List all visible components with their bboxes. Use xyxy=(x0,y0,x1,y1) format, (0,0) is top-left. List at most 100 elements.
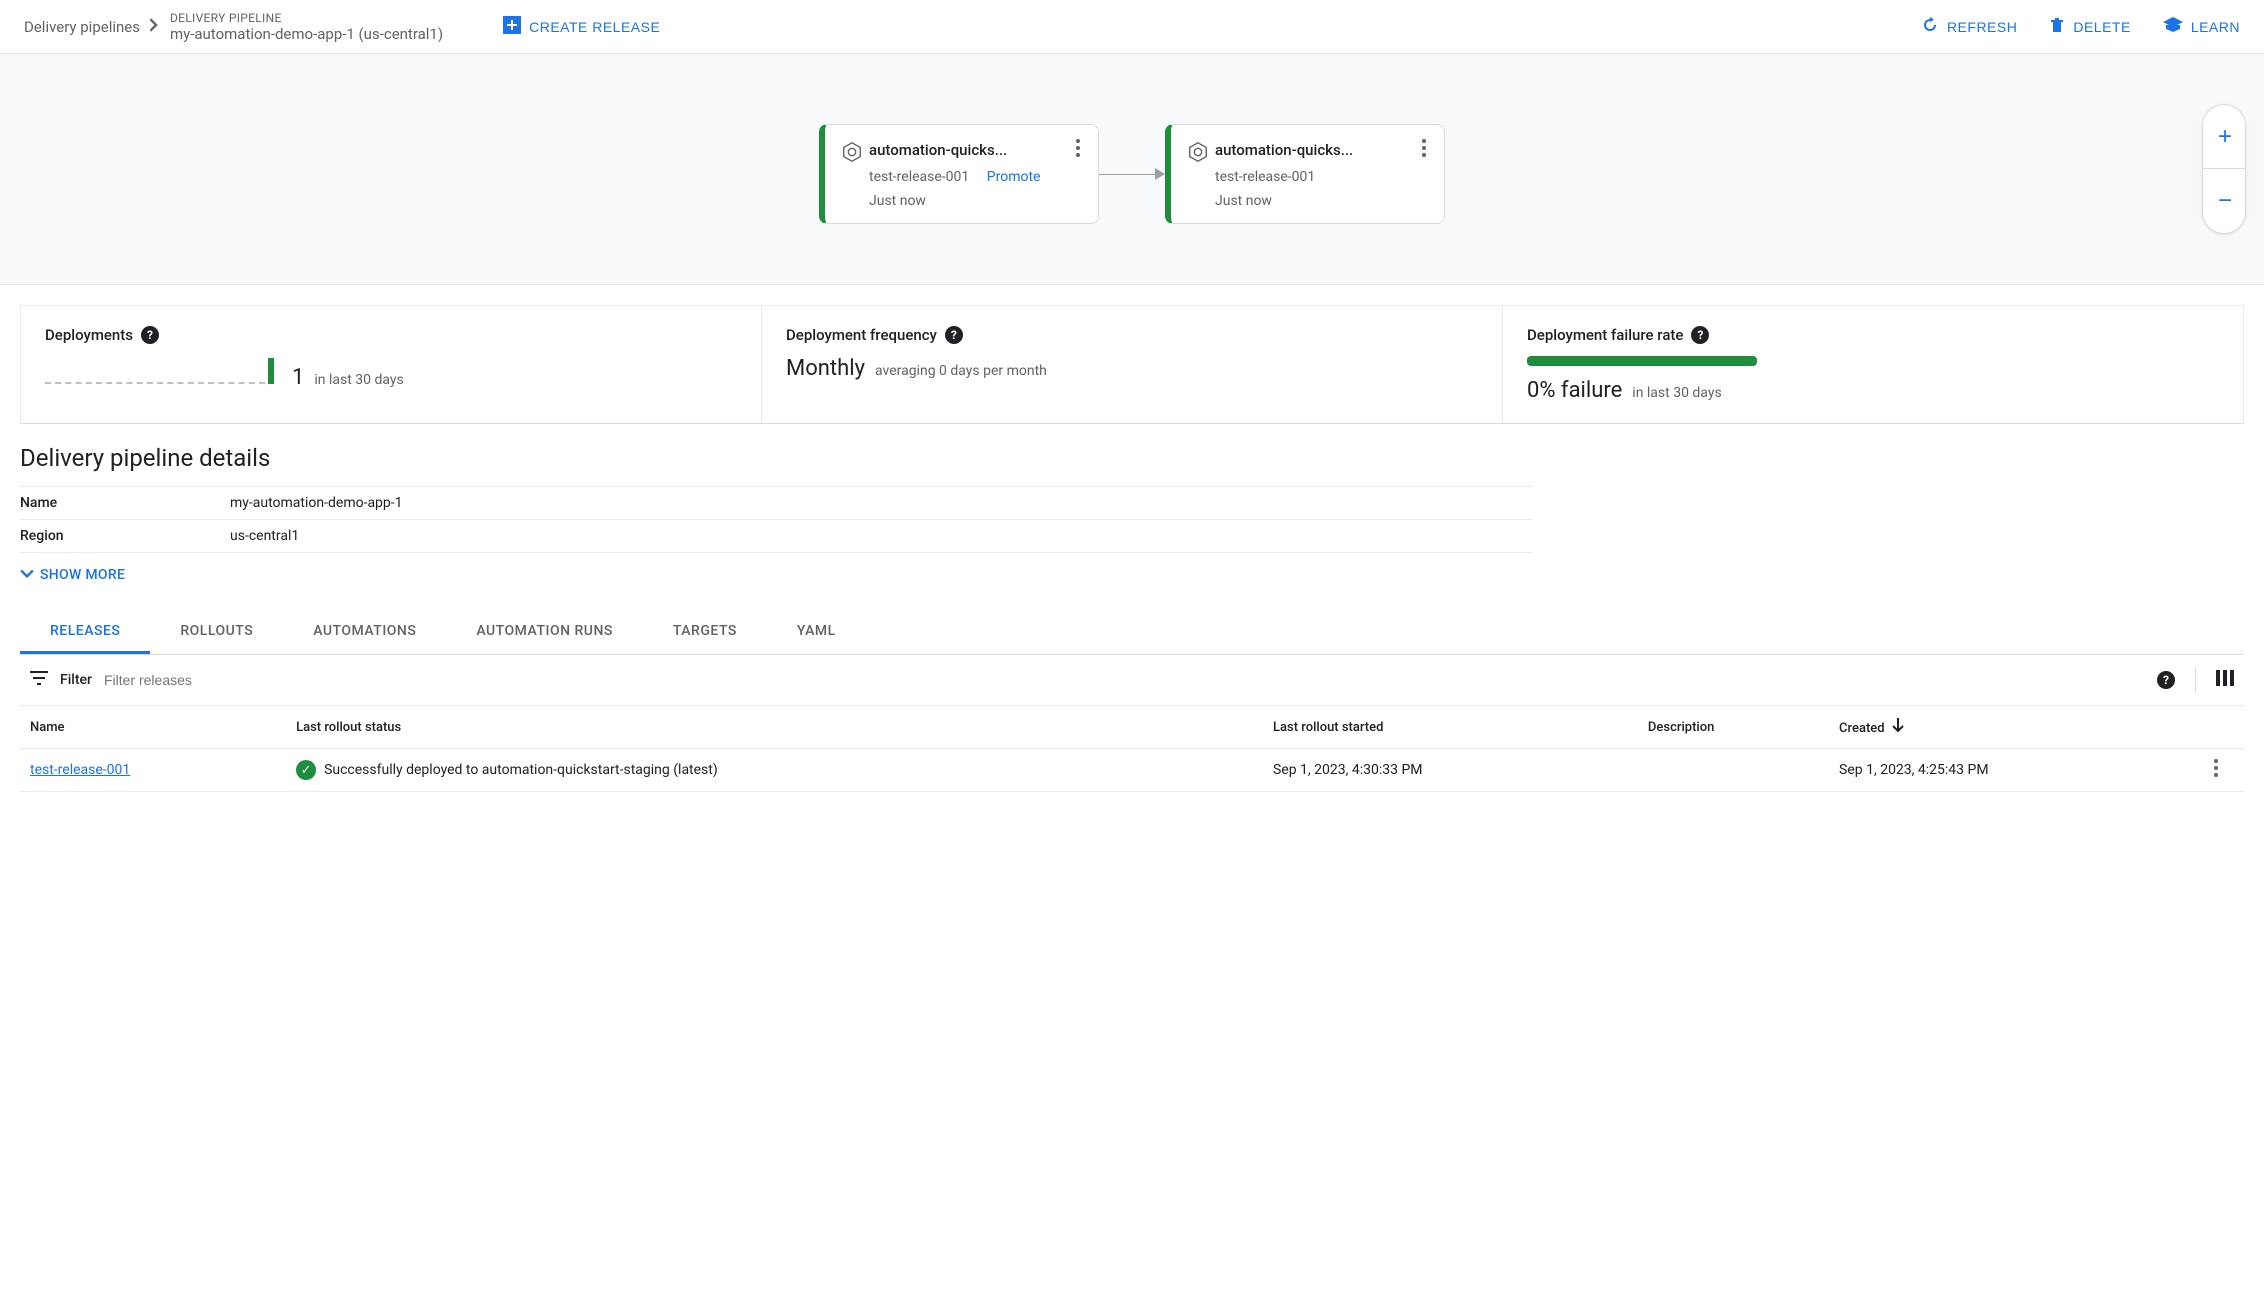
stage-time: Just now xyxy=(1215,193,1428,209)
breadcrumb: Delivery pipelines DELIVERY PIPELINE my-… xyxy=(24,11,443,43)
zoom-controls: + − xyxy=(2202,104,2246,234)
tab-releases[interactable]: RELEASES xyxy=(20,611,150,654)
metric-sub: in last 30 days xyxy=(1632,385,1721,401)
breadcrumb-current: DELIVERY PIPELINE my-automation-demo-app… xyxy=(170,11,443,43)
col-started[interactable]: Last rollout started xyxy=(1263,706,1638,749)
metric-failure-rate: Deployment failure rate ? 0% failure in … xyxy=(1503,306,2243,423)
trash-icon xyxy=(2049,16,2065,37)
stage-release: test-release-001 xyxy=(1215,169,1428,185)
tab-yaml[interactable]: YAML xyxy=(767,611,866,654)
help-icon[interactable]: ? xyxy=(945,326,963,344)
create-release-button[interactable]: CREATE RELEASE xyxy=(503,16,660,37)
metric-value: Monthly xyxy=(786,356,865,381)
deployments-sparkline xyxy=(45,356,274,384)
metric-title: Deployment failure rate xyxy=(1527,326,1683,344)
col-created[interactable]: Created xyxy=(1829,706,2204,749)
show-more-button[interactable]: SHOW MORE xyxy=(20,567,2244,583)
details-row: Region us-central1 xyxy=(20,520,1532,553)
learn-label: LEARN xyxy=(2191,19,2240,35)
col-name[interactable]: Name xyxy=(20,706,286,749)
help-icon[interactable]: ? xyxy=(141,326,159,344)
details-row: Name my-automation-demo-app-1 xyxy=(20,487,1532,520)
filter-row: Filter ? xyxy=(20,655,2244,705)
details-section: Delivery pipeline details Name my-automa… xyxy=(0,444,2264,792)
details-value: us-central1 xyxy=(230,520,1532,553)
filter-label: Filter xyxy=(60,672,92,688)
metric-deployments: Deployments ? 1 in last 30 days xyxy=(21,306,762,423)
tab-automations[interactable]: AUTOMATIONS xyxy=(283,611,446,654)
status-cell: ✓ Successfully deployed to automation-qu… xyxy=(296,760,1253,780)
metric-title: Deployments xyxy=(45,326,133,344)
metric-sub: in last 30 days xyxy=(314,372,403,388)
zoom-out-button[interactable]: − xyxy=(2203,169,2246,233)
delete-button[interactable]: DELETE xyxy=(2049,16,2130,37)
breadcrumb-title: my-automation-demo-app-1 (us-central1) xyxy=(170,25,443,43)
failure-rate-bar xyxy=(1527,356,1757,366)
plus-icon: + xyxy=(2218,123,2232,151)
metrics-panel: Deployments ? 1 in last 30 days Deployme… xyxy=(20,305,2244,424)
show-more-label: SHOW MORE xyxy=(40,567,125,583)
details-table: Name my-automation-demo-app-1 Region us-… xyxy=(20,486,1532,553)
col-created-label: Created xyxy=(1839,721,1885,736)
stage-release-row: test-release-001 Promote xyxy=(869,169,1082,185)
sort-down-icon xyxy=(1892,721,1904,736)
details-heading: Delivery pipeline details xyxy=(20,444,2244,472)
table-header-row: Name Last rollout status Last rollout st… xyxy=(20,706,2244,749)
delete-label: DELETE xyxy=(2073,19,2130,35)
stage-title: automation-quicks... xyxy=(1215,141,1353,159)
refresh-label: REFRESH xyxy=(1947,19,2017,35)
refresh-icon xyxy=(1921,16,1939,37)
zoom-in-button[interactable]: + xyxy=(2203,105,2246,169)
kubernetes-icon xyxy=(1187,151,1209,167)
pipeline-graph: automation-quicks... test-release-001 Pr… xyxy=(0,54,2264,285)
metric-sub: averaging 0 days per month xyxy=(875,363,1047,379)
stage-card-1[interactable]: automation-quicks... test-release-001 Ju… xyxy=(1165,124,1445,224)
description-cell xyxy=(1638,749,1829,792)
tabs: RELEASES ROLLOUTS AUTOMATIONS AUTOMATION… xyxy=(20,611,2244,655)
learn-icon xyxy=(2163,17,2183,36)
filter-input[interactable] xyxy=(104,672,2145,688)
check-circle-icon: ✓ xyxy=(296,760,316,780)
minus-icon: − xyxy=(2218,187,2232,215)
stage-title: automation-quicks... xyxy=(869,141,1007,159)
tab-rollouts[interactable]: ROLLOUTS xyxy=(150,611,283,654)
col-status[interactable]: Last rollout status xyxy=(286,706,1263,749)
stage-card-0[interactable]: automation-quicks... test-release-001 Pr… xyxy=(819,124,1099,224)
filter-icon xyxy=(30,671,48,689)
table-row[interactable]: test-release-001 ✓ Successfully deployed… xyxy=(20,749,2244,792)
breadcrumb-root-link[interactable]: Delivery pipelines xyxy=(24,18,140,36)
details-value: my-automation-demo-app-1 xyxy=(230,487,1532,520)
metric-title: Deployment frequency xyxy=(786,326,937,344)
details-label: Name xyxy=(20,487,230,520)
page-header: Delivery pipelines DELIVERY PIPELINE my-… xyxy=(0,0,2264,54)
promote-link[interactable]: Promote xyxy=(987,169,1041,185)
status-text: Successfully deployed to automation-quic… xyxy=(324,762,718,778)
metric-value: 1 xyxy=(292,365,304,390)
stage-time: Just now xyxy=(869,193,1082,209)
chevron-right-icon xyxy=(150,18,160,36)
chevron-down-icon xyxy=(20,567,34,583)
more-vert-icon[interactable] xyxy=(1420,139,1428,161)
tab-targets[interactable]: TARGETS xyxy=(643,611,767,654)
kubernetes-icon xyxy=(841,151,863,167)
release-link[interactable]: test-release-001 xyxy=(30,762,130,778)
divider xyxy=(2195,667,2196,693)
metric-value: 0% failure xyxy=(1527,378,1622,403)
col-description[interactable]: Description xyxy=(1638,706,1829,749)
metric-frequency: Deployment frequency ? Monthly averaging… xyxy=(762,306,1503,423)
columns-icon[interactable] xyxy=(2216,670,2234,690)
help-icon[interactable]: ? xyxy=(2157,671,2175,689)
plus-box-icon xyxy=(503,16,521,37)
help-icon[interactable]: ? xyxy=(1691,326,1709,344)
learn-button[interactable]: LEARN xyxy=(2163,17,2240,36)
create-release-label: CREATE RELEASE xyxy=(529,19,660,35)
started-cell: Sep 1, 2023, 4:30:33 PM xyxy=(1263,749,1638,792)
created-cell: Sep 1, 2023, 4:25:43 PM xyxy=(1829,749,2204,792)
tab-automation-runs[interactable]: AUTOMATION RUNS xyxy=(446,611,643,654)
releases-table: Name Last rollout status Last rollout st… xyxy=(20,705,2244,792)
more-vert-icon[interactable] xyxy=(1074,139,1082,161)
pipeline-arrow xyxy=(1099,173,1165,175)
more-vert-icon[interactable] xyxy=(2214,765,2218,781)
refresh-button[interactable]: REFRESH xyxy=(1921,16,2017,37)
breadcrumb-label: DELIVERY PIPELINE xyxy=(170,11,443,25)
